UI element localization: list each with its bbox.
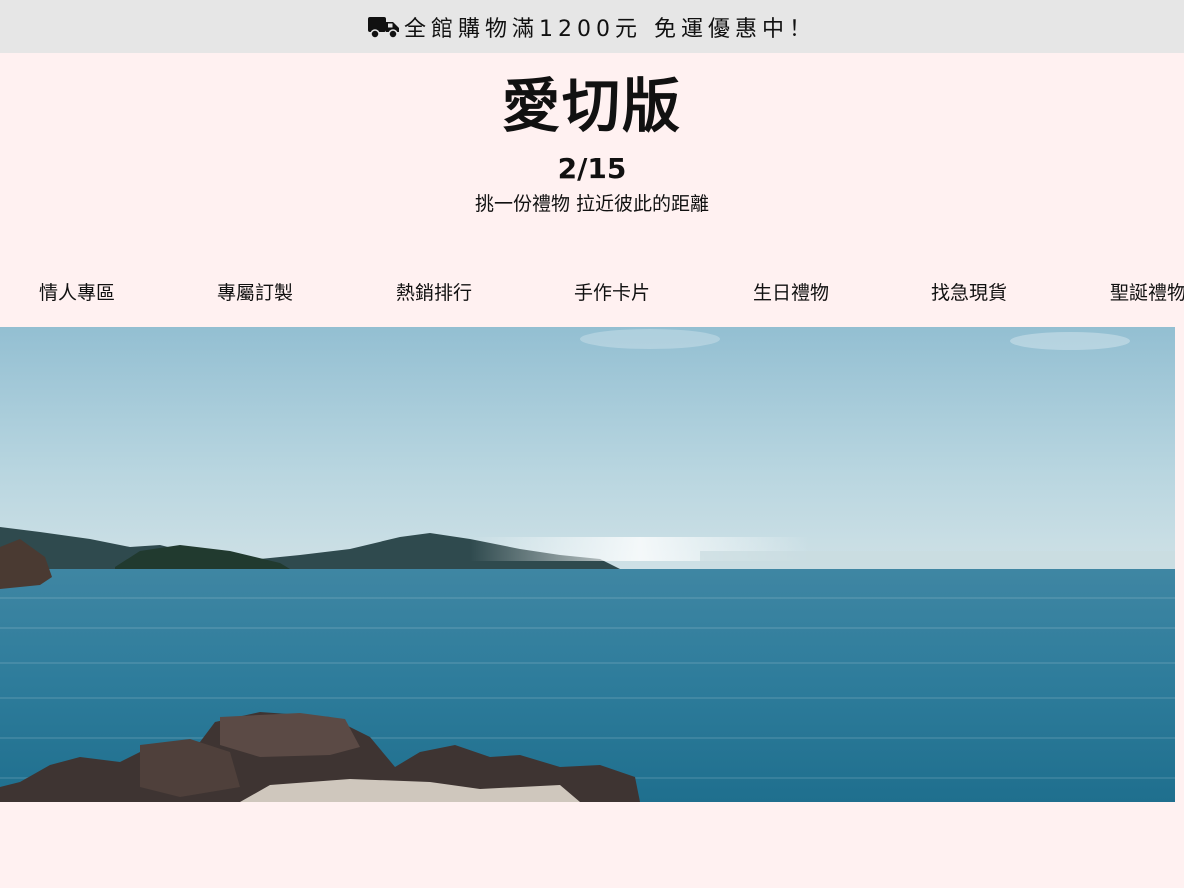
hero-image <box>0 327 1175 802</box>
nav-item-bestsellers[interactable]: 熱銷排行 <box>396 276 472 310</box>
event-date: 2/15 <box>557 152 627 185</box>
announcement-text: 全館購物滿1200元 免運優惠中！ <box>404 16 816 42</box>
tagline: 挑一份禮物 拉近彼此的距離 <box>474 193 710 215</box>
truck-icon <box>368 15 400 39</box>
nav-item-christmas-gifts[interactable]: 聖誕禮物 <box>1110 276 1184 310</box>
nav-item-in-stock[interactable]: 找急現貨 <box>931 276 1007 310</box>
main-nav: 情人專區 專屬訂製 熱銷排行 手作卡片 生日禮物 找急現貨 聖誕禮物 <box>0 276 1184 310</box>
nav-item-birthday-gifts[interactable]: 生日禮物 <box>753 276 829 310</box>
nav-item-handmade-cards[interactable]: 手作卡片 <box>574 276 650 310</box>
announcement-bar: 全館購物滿1200元 免運優惠中！ <box>0 0 1184 53</box>
nav-item-valentine[interactable]: 情人專區 <box>39 276 115 310</box>
hero-banner[interactable] <box>0 327 1175 802</box>
brand-title[interactable]: 愛切版 <box>0 70 1184 142</box>
nav-item-custom[interactable]: 專屬訂製 <box>217 276 293 310</box>
